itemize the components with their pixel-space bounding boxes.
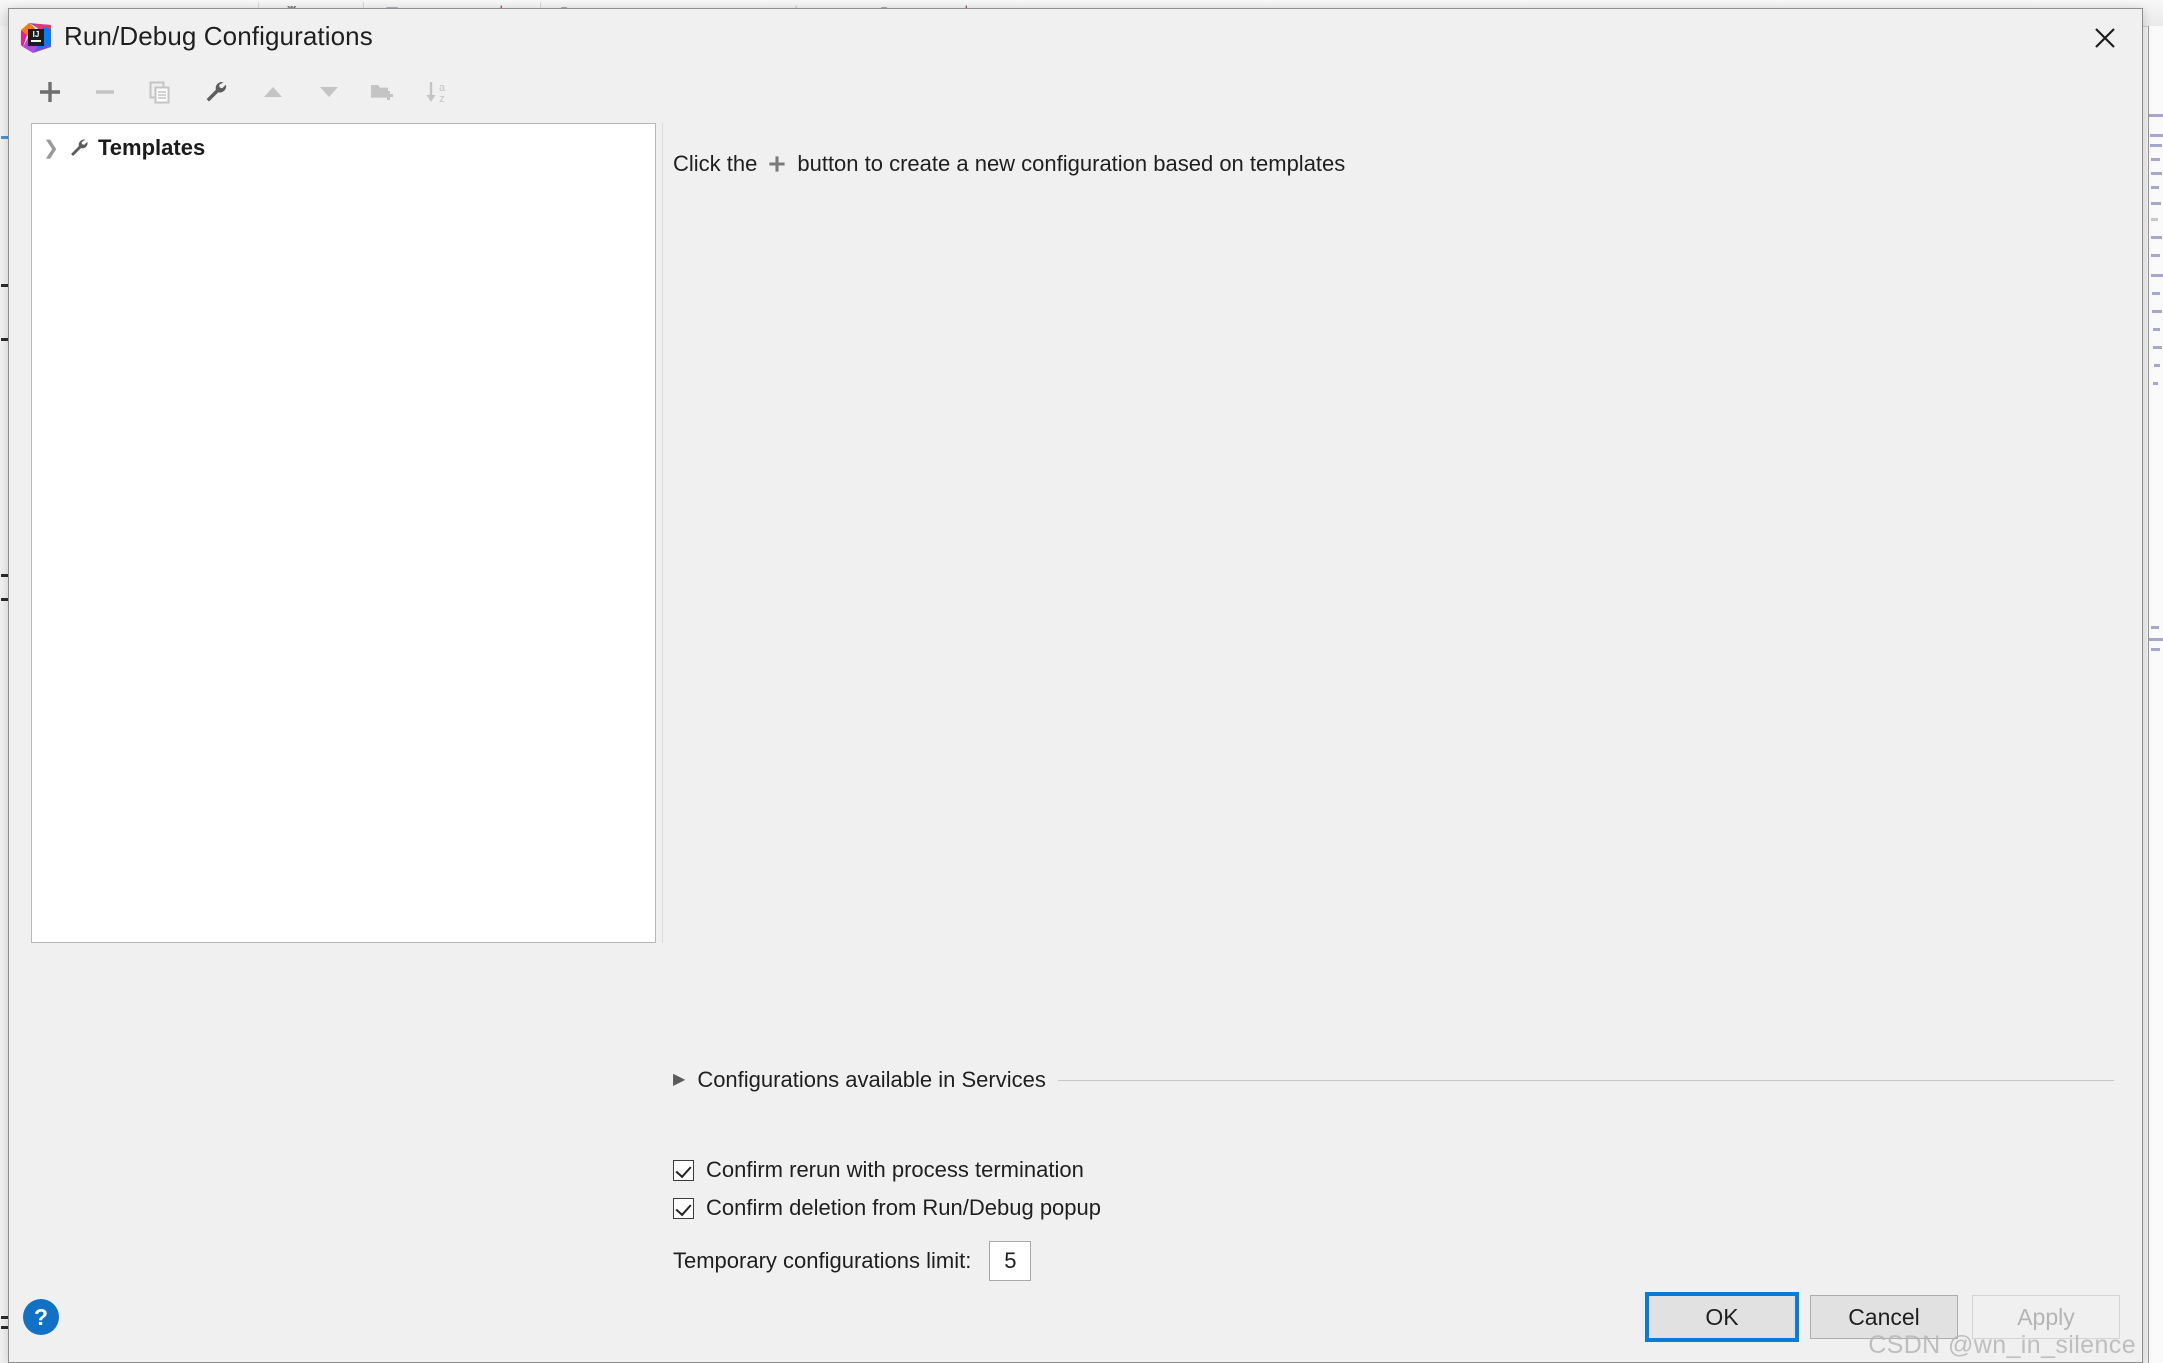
ok-button[interactable]: OK [1645, 1292, 1799, 1342]
triangle-right-icon[interactable]: ▶ [673, 1072, 685, 1088]
wrench-icon [64, 137, 94, 159]
services-section-toggle[interactable]: ▶ Configurations available in Services [673, 1067, 2120, 1093]
minimap-line [2151, 274, 2163, 277]
minimap-line [2149, 638, 2163, 641]
chevron-right-icon[interactable]: ❯ [38, 139, 64, 158]
add-configuration-button[interactable] [29, 71, 71, 113]
svg-text:IJ: IJ [33, 30, 40, 39]
sort-configurations-button[interactable]: a z [416, 71, 458, 113]
minimap-line [2150, 144, 2162, 147]
configurations-tree-panel[interactable]: ❯ Templates [31, 123, 656, 943]
confirm-rerun-checkbox-row[interactable]: Confirm rerun with process termination [673, 1157, 1084, 1183]
configurations-toolbar: a z [9, 67, 2142, 117]
minimap-line [2151, 626, 2159, 629]
services-section-label: Configurations available in Services [697, 1067, 1046, 1092]
tree-item-label: Templates [98, 135, 206, 160]
minimap-line [2151, 254, 2160, 257]
ide-editor-minimap[interactable] [2148, 26, 2163, 1363]
confirm-rerun-checkbox[interactable] [673, 1159, 694, 1181]
minimap-line [2151, 218, 2158, 221]
temporary-limit-row: Temporary configurations limit: [673, 1241, 1032, 1281]
move-down-button[interactable] [308, 71, 350, 113]
dialog-titlebar: IJ Run/Debug Configurations [9, 9, 2142, 67]
dialog-title: Run/Debug Configurations [64, 21, 373, 51]
move-up-button[interactable] [252, 71, 294, 113]
minimap-line [2151, 186, 2159, 189]
minimap-line [2151, 648, 2160, 651]
minimap-line [2151, 158, 2160, 161]
dialog-footer-buttons: OK Cancel Apply [1645, 1292, 2120, 1342]
temporary-limit-input[interactable] [989, 1241, 1032, 1281]
confirm-deletion-checkbox-row[interactable]: Confirm deletion from Run/Debug popup [673, 1195, 1101, 1221]
minimap-line [2152, 310, 2162, 313]
new-folder-button[interactable] [361, 71, 403, 113]
minimap-line [2151, 236, 2162, 239]
pane-divider [662, 123, 663, 943]
edit-templates-button[interactable] [195, 71, 237, 113]
minimap-line [2154, 364, 2160, 367]
minimap-line [2149, 114, 2163, 117]
run-debug-configurations-dialog: IJ Run/Debug Configurations a z ❯ Templa… [8, 8, 2143, 1363]
confirm-deletion-checkbox[interactable] [673, 1197, 694, 1219]
close-icon[interactable] [2068, 9, 2142, 67]
cancel-button[interactable]: Cancel [1810, 1295, 1958, 1339]
tree-item-templates[interactable]: ❯ Templates [32, 130, 655, 166]
section-separator [1057, 1079, 2114, 1081]
plus-icon [766, 153, 788, 175]
minimap-line [2153, 346, 2162, 349]
minimap-line [2150, 134, 2163, 137]
intellij-idea-logo-icon: IJ [21, 23, 51, 53]
svg-text:z: z [439, 93, 445, 105]
minimap-line [2153, 382, 2158, 385]
hint-text-before: Click the [673, 151, 758, 176]
empty-state-hint: Click the button to create a new configu… [673, 151, 1345, 177]
copy-configuration-button[interactable] [139, 71, 181, 113]
apply-button[interactable]: Apply [1972, 1295, 2120, 1339]
minimap-line [2152, 292, 2160, 295]
minimap-line [2151, 172, 2162, 175]
temporary-limit-label: Temporary configurations limit: [673, 1248, 972, 1273]
confirm-rerun-label: Confirm rerun with process termination [706, 1157, 1084, 1182]
confirm-deletion-label: Confirm deletion from Run/Debug popup [706, 1195, 1102, 1220]
remove-configuration-button[interactable] [84, 71, 126, 113]
help-button[interactable]: ? [23, 1299, 59, 1335]
hint-text-after: button to create a new configuration bas… [797, 151, 1346, 176]
minimap-line [2153, 328, 2160, 331]
minimap-line [2151, 202, 2161, 205]
